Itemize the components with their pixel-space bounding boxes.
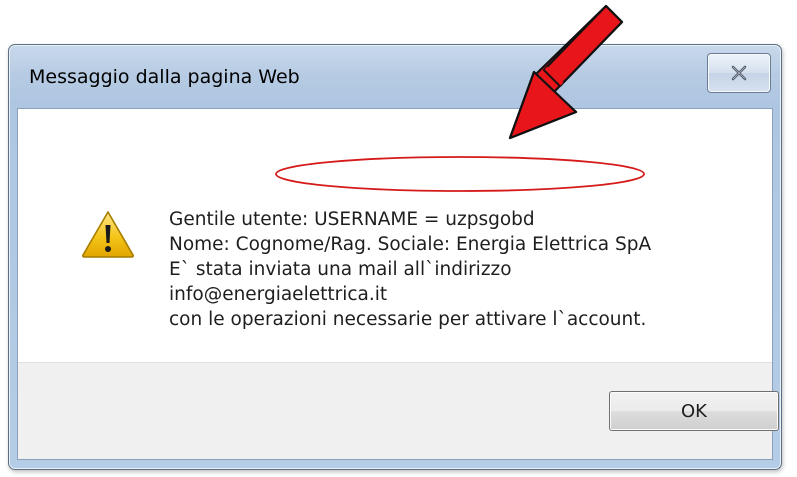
close-button[interactable] (707, 53, 771, 93)
message-line: E` stata inviata una mail all`indirizzo (169, 259, 512, 280)
warning-triangle-icon (81, 211, 135, 258)
dialog-title: Messaggio dalla pagina Web (29, 66, 300, 88)
close-x-icon (731, 65, 747, 81)
message-text: Gentile utente: USERNAME = uzpsgobd Nome… (169, 207, 651, 332)
ok-button[interactable]: OK (609, 391, 779, 431)
message-line: info@energiaelettrica.it (169, 284, 388, 305)
message-line: con le operazioni necessarie per attivar… (169, 309, 647, 330)
dialog-titlebar[interactable]: Messaggio dalla pagina Web (9, 45, 781, 107)
message-area: Gentile utente: USERNAME = uzpsgobd Nome… (18, 109, 772, 362)
dialog-footer: OK (18, 362, 779, 459)
message-line: Gentile utente: USERNAME = uzpsgobd (169, 209, 535, 230)
dialog-window: Messaggio dalla pagina Web Gentile utent… (8, 44, 782, 470)
dialog-client-area: Gentile utente: USERNAME = uzpsgobd Nome… (17, 108, 779, 460)
message-line: Nome: Cognome/Rag. Sociale: Energia Elet… (169, 234, 652, 255)
